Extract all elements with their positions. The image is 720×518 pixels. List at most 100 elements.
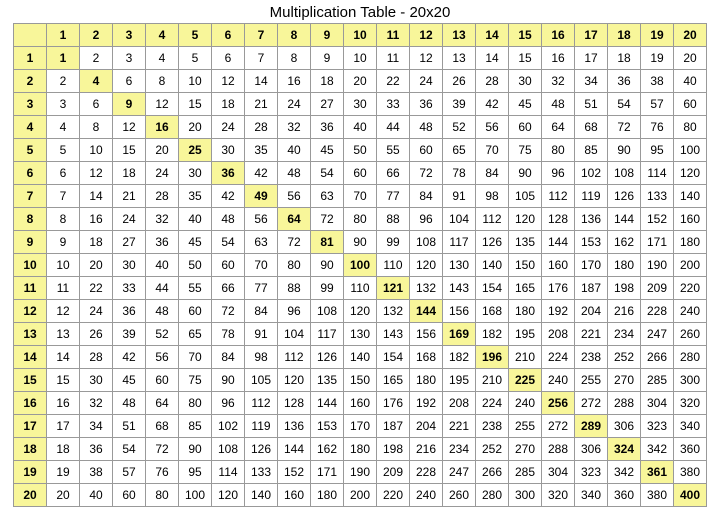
cell: 120 <box>410 254 443 277</box>
cell: 120 <box>509 208 542 231</box>
cell: 12 <box>113 116 146 139</box>
cell: 98 <box>245 346 278 369</box>
cell: 28 <box>476 70 509 93</box>
cell: 65 <box>443 139 476 162</box>
cell: 247 <box>641 323 674 346</box>
cell: 88 <box>278 277 311 300</box>
cell: 30 <box>179 162 212 185</box>
cell: 150 <box>509 254 542 277</box>
cell: 32 <box>80 392 113 415</box>
cell: 360 <box>674 438 707 461</box>
col-header: 12 <box>410 24 443 47</box>
cell: 7 <box>47 185 80 208</box>
cell: 20 <box>146 139 179 162</box>
cell: 25 <box>179 139 212 162</box>
cell: 40 <box>80 484 113 507</box>
cell: 55 <box>179 277 212 300</box>
cell: 272 <box>575 392 608 415</box>
cell: 16 <box>80 208 113 231</box>
cell: 12 <box>410 47 443 70</box>
cell: 33 <box>377 93 410 116</box>
cell: 2 <box>80 47 113 70</box>
cell: 285 <box>641 369 674 392</box>
cell: 22 <box>377 70 410 93</box>
cell: 224 <box>542 346 575 369</box>
cell: 361 <box>641 461 674 484</box>
cell: 340 <box>575 484 608 507</box>
cell: 45 <box>509 93 542 116</box>
cell: 60 <box>410 139 443 162</box>
cell: 162 <box>608 231 641 254</box>
cell: 228 <box>410 461 443 484</box>
cell: 108 <box>608 162 641 185</box>
cell: 187 <box>575 277 608 300</box>
cell: 90 <box>179 438 212 461</box>
cell: 126 <box>476 231 509 254</box>
cell: 12 <box>80 162 113 185</box>
cell: 40 <box>674 70 707 93</box>
cell: 324 <box>608 438 641 461</box>
cell: 12 <box>47 300 80 323</box>
cell: 340 <box>674 415 707 438</box>
cell: 102 <box>212 415 245 438</box>
cell: 3 <box>113 47 146 70</box>
cell: 18 <box>113 162 146 185</box>
cell: 60 <box>113 484 146 507</box>
cell: 228 <box>641 300 674 323</box>
cell: 36 <box>212 162 245 185</box>
cell: 143 <box>443 277 476 300</box>
cell: 8 <box>47 208 80 231</box>
cell: 30 <box>344 93 377 116</box>
cell: 323 <box>641 415 674 438</box>
col-header: 7 <box>245 24 278 47</box>
row-header: 8 <box>14 208 47 231</box>
cell: 60 <box>179 300 212 323</box>
cell: 64 <box>278 208 311 231</box>
cell: 39 <box>443 93 476 116</box>
cell: 140 <box>344 346 377 369</box>
cell: 32 <box>146 208 179 231</box>
cell: 110 <box>344 277 377 300</box>
cell: 54 <box>311 162 344 185</box>
cell: 288 <box>608 392 641 415</box>
cell: 34 <box>575 70 608 93</box>
cell: 272 <box>542 415 575 438</box>
cell: 56 <box>278 185 311 208</box>
cell: 68 <box>146 415 179 438</box>
cell: 187 <box>377 415 410 438</box>
cell: 48 <box>146 300 179 323</box>
cell: 24 <box>212 116 245 139</box>
cell: 209 <box>641 277 674 300</box>
cell: 156 <box>410 323 443 346</box>
cell: 153 <box>575 231 608 254</box>
cell: 27 <box>113 231 146 254</box>
cell: 36 <box>146 231 179 254</box>
cell: 221 <box>443 415 476 438</box>
cell: 114 <box>212 461 245 484</box>
cell: 200 <box>674 254 707 277</box>
cell: 300 <box>509 484 542 507</box>
cell: 8 <box>80 116 113 139</box>
cell: 42 <box>113 346 146 369</box>
cell: 24 <box>146 162 179 185</box>
cell: 11 <box>377 47 410 70</box>
col-header: 19 <box>641 24 674 47</box>
cell: 85 <box>575 139 608 162</box>
cell: 14 <box>80 185 113 208</box>
cell: 152 <box>278 461 311 484</box>
cell: 18 <box>47 438 80 461</box>
cell: 192 <box>410 392 443 415</box>
cell: 255 <box>509 415 542 438</box>
cell: 140 <box>245 484 278 507</box>
col-header: 5 <box>179 24 212 47</box>
cell: 6 <box>80 93 113 116</box>
cell: 20 <box>47 484 80 507</box>
cell: 168 <box>410 346 443 369</box>
cell: 72 <box>608 116 641 139</box>
cell: 104 <box>278 323 311 346</box>
cell: 48 <box>542 93 575 116</box>
cell: 144 <box>608 208 641 231</box>
cell: 52 <box>146 323 179 346</box>
cell: 342 <box>641 438 674 461</box>
cell: 63 <box>245 231 278 254</box>
